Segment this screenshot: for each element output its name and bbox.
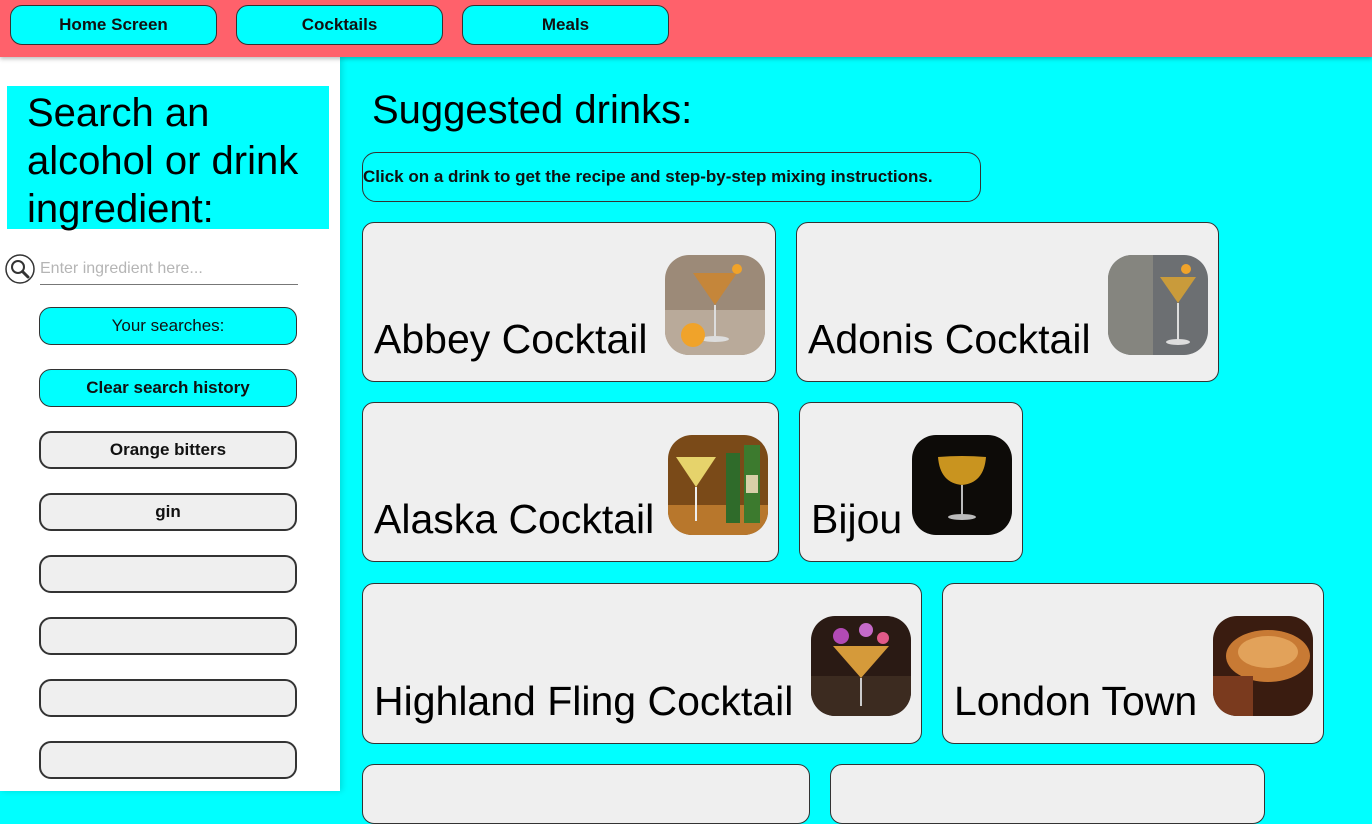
- top-nav-bar: Home Screen Cocktails Meals: [0, 0, 1372, 57]
- drink-card[interactable]: [362, 764, 810, 824]
- search-history-item[interactable]: gin: [39, 493, 297, 531]
- drink-photo: [811, 616, 911, 716]
- search-history-item[interactable]: [39, 555, 297, 593]
- drink-photo: [1213, 616, 1313, 716]
- drink-photo: [912, 435, 1012, 535]
- search-history-item[interactable]: [39, 617, 297, 655]
- meals-button[interactable]: Meals: [462, 5, 669, 45]
- drink-card-london-town[interactable]: London Town: [942, 583, 1324, 744]
- search-history-item[interactable]: [39, 741, 297, 779]
- drink-photo: [668, 435, 768, 535]
- instructions-banner: Click on a drink to get the recipe and s…: [362, 152, 981, 202]
- drink-card[interactable]: [830, 764, 1265, 824]
- drink-name: Alaska Cocktail: [374, 496, 655, 542]
- page-title: Suggested drinks:: [372, 88, 693, 132]
- drink-card-bijou[interactable]: Bijou: [799, 402, 1023, 562]
- drink-card-abbey-cocktail[interactable]: Abbey Cocktail: [362, 222, 776, 382]
- drink-name: Abbey Cocktail: [374, 316, 648, 362]
- search-history-item[interactable]: Orange bitters: [39, 431, 297, 469]
- sidebar: Search an alcohol or drink ingredient: Y…: [0, 57, 340, 791]
- drink-name: Highland Fling Cocktail: [374, 678, 794, 724]
- drink-card-highland-fling-cocktail[interactable]: Highland Fling Cocktail: [362, 583, 922, 744]
- drink-card-alaska-cocktail[interactable]: Alaska Cocktail: [362, 402, 779, 562]
- home-screen-button[interactable]: Home Screen: [10, 5, 217, 45]
- clear-search-history-button[interactable]: Clear search history: [39, 369, 297, 407]
- search-history-item[interactable]: [39, 679, 297, 717]
- magnifier-icon[interactable]: [5, 254, 35, 284]
- drink-name: London Town: [954, 678, 1198, 724]
- ingredient-search-input[interactable]: [40, 254, 298, 285]
- your-searches-button[interactable]: Your searches:: [39, 307, 297, 345]
- cocktails-button[interactable]: Cocktails: [236, 5, 443, 45]
- drink-photo: [665, 255, 765, 355]
- sidebar-title: Search an alcohol or drink ingredient:: [7, 86, 329, 231]
- search-row: [5, 254, 300, 292]
- drink-name: Adonis Cocktail: [808, 316, 1091, 362]
- drink-photo: [1108, 255, 1208, 355]
- drink-card-adonis-cocktail[interactable]: Adonis Cocktail: [796, 222, 1219, 382]
- drink-name: Bijou: [811, 496, 903, 542]
